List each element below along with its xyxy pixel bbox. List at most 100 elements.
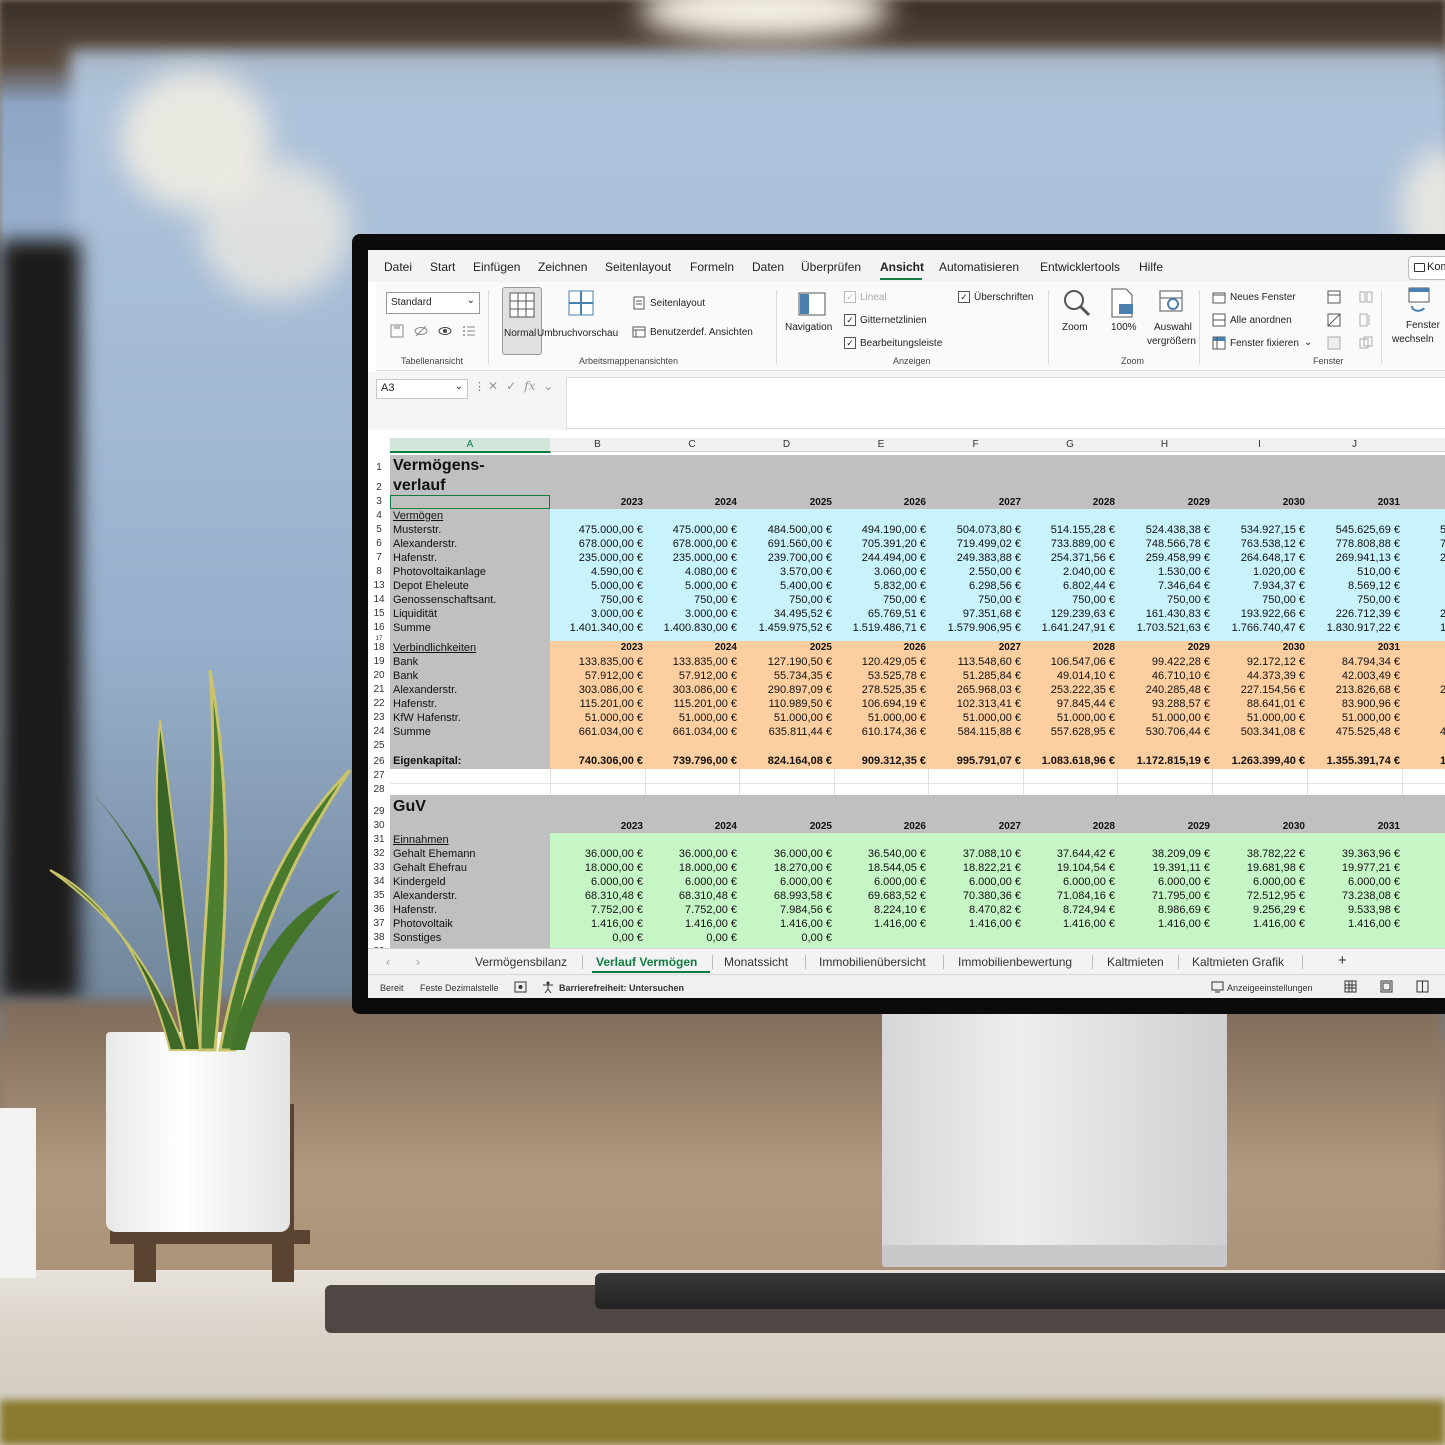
- freeze-panes-button[interactable]: Fenster fixieren: [1230, 338, 1299, 349]
- column-header-a[interactable]: A: [390, 438, 551, 453]
- navigation-button[interactable]: Navigation: [785, 322, 832, 333]
- row-header[interactable]: 14: [368, 594, 390, 605]
- row-label[interactable]: Photovoltaik: [393, 918, 453, 930]
- value-cell[interactable]: 0,00 €: [712, 932, 832, 944]
- row-header[interactable]: 34: [368, 876, 390, 887]
- year-header-cell[interactable]: 2030: [1245, 642, 1305, 653]
- row-header[interactable]: 22: [368, 698, 390, 709]
- value-cell[interactable]: 778.808,88 €: [1280, 538, 1400, 550]
- row-label[interactable]: Bank: [393, 670, 418, 682]
- row-header[interactable]: 27: [368, 770, 390, 781]
- row-header[interactable]: 13: [368, 580, 390, 591]
- row-header[interactable]: 5: [368, 524, 390, 535]
- row-label[interactable]: Summe: [393, 622, 431, 634]
- display-settings-button[interactable]: Anzeigeeinstellungen: [1227, 983, 1313, 993]
- value-cell[interactable]: 269.941,13 €: [1280, 552, 1400, 564]
- row-header[interactable]: 33: [368, 862, 390, 873]
- column-header-h[interactable]: H: [1117, 438, 1213, 452]
- sheet-tab-verlauf-vermoegen[interactable]: Verlauf Vermögen: [596, 955, 697, 969]
- zoom-selection-label-2[interactable]: vergrößern: [1147, 336, 1196, 347]
- equity-label[interactable]: Eigenkapital:: [393, 755, 461, 767]
- reset-window-icon[interactable]: [1359, 336, 1373, 350]
- sheet-tab-kaltmieten[interactable]: Kaltmieten: [1107, 955, 1164, 969]
- row-header[interactable]: 32: [368, 848, 390, 859]
- row-header[interactable]: 37: [368, 918, 390, 929]
- row-label[interactable]: Genossenschaftsant.: [393, 594, 496, 606]
- row-header[interactable]: 6: [368, 538, 390, 549]
- formula-input[interactable]: [566, 377, 1445, 429]
- value-cell[interactable]: 84.794,34 €: [1280, 656, 1400, 668]
- year-header-cell[interactable]: 2025: [772, 497, 832, 508]
- ruler-checkbox[interactable]: ✓: [844, 291, 856, 303]
- row-label[interactable]: Hafenstr.: [393, 552, 437, 564]
- page-layout-status-icon[interactable]: [1380, 980, 1393, 993]
- switch-windows-label-2[interactable]: wechseln: [1392, 334, 1434, 345]
- arrange-all-button[interactable]: Alle anordnen: [1230, 315, 1292, 326]
- column-header-k[interactable]: [1402, 438, 1445, 452]
- value-cell[interactable]: 1.355.391,74 €: [1280, 755, 1400, 767]
- section-header-vermoegen[interactable]: Vermögen: [393, 510, 443, 522]
- zoom-selection-icon[interactable]: [1158, 288, 1186, 318]
- row-header[interactable]: 19: [368, 656, 390, 667]
- value-cell[interactable]: 51.000,00 €: [1280, 712, 1400, 724]
- new-window-button[interactable]: Neues Fenster: [1230, 292, 1296, 303]
- value-cell-partial[interactable]: 5: [1440, 524, 1445, 536]
- column-header-d[interactable]: D: [739, 438, 835, 452]
- year-header-cell[interactable]: 2023: [583, 821, 643, 832]
- page-break-preview-icon[interactable]: [568, 290, 594, 316]
- column-header-f[interactable]: F: [928, 438, 1024, 452]
- row-header[interactable]: 7: [368, 552, 390, 563]
- page-break-preview-button[interactable]: Umbruchvorschau: [537, 328, 618, 339]
- headings-checkbox[interactable]: ✓: [958, 291, 970, 303]
- year-header-cell[interactable]: 2025: [772, 642, 832, 653]
- enter-check-icon[interactable]: ✓: [506, 379, 516, 393]
- value-cell[interactable]: 8.569,12 €: [1280, 580, 1400, 592]
- year-header-cell[interactable]: 2027: [961, 497, 1021, 508]
- value-cell[interactable]: 1.416,00 €: [1280, 918, 1400, 930]
- year-header-cell[interactable]: 2031: [1340, 821, 1400, 832]
- year-header-cell[interactable]: 2023: [583, 642, 643, 653]
- row-header[interactable]: 15: [368, 608, 390, 619]
- sheet-view-select[interactable]: Standard ⌄: [386, 292, 480, 314]
- next-sheet-button[interactable]: ›: [416, 955, 420, 969]
- year-header-cell[interactable]: 2029: [1150, 497, 1210, 508]
- value-cell[interactable]: 213.826,68 €: [1280, 684, 1400, 696]
- row-header[interactable]: 16: [368, 622, 390, 633]
- row-header[interactable]: 29: [368, 806, 390, 817]
- comments-button[interactable]: Kom: [1408, 256, 1445, 280]
- selected-cell-a3[interactable]: [390, 495, 550, 509]
- year-header-cell[interactable]: 2025: [772, 821, 832, 832]
- row-header[interactable]: 23: [368, 712, 390, 723]
- row-header[interactable]: 36: [368, 904, 390, 915]
- row-header[interactable]: 25: [368, 740, 390, 751]
- tab-hilfe[interactable]: Hilfe: [1139, 260, 1163, 274]
- row-header[interactable]: 26: [368, 756, 390, 767]
- tab-datei[interactable]: Datei: [384, 260, 412, 274]
- row-header[interactable]: 30: [368, 820, 390, 831]
- options-list-icon[interactable]: [462, 324, 476, 338]
- row-label[interactable]: Depot Eheleute: [393, 580, 469, 592]
- zoom-100-button[interactable]: 100%: [1111, 322, 1137, 333]
- page-break-status-icon[interactable]: [1416, 980, 1429, 993]
- value-cell-partial[interactable]: 2: [1440, 608, 1445, 620]
- more-options-icon[interactable]: ⋮: [474, 380, 485, 393]
- value-cell-partial[interactable]: 1.4: [1440, 755, 1445, 767]
- row-label[interactable]: Kindergeld: [393, 876, 446, 888]
- sheet-tab-immobilienuebersicht[interactable]: Immobilienübersicht: [819, 955, 926, 969]
- row-header[interactable]: 8: [368, 566, 390, 577]
- row-label[interactable]: Gehalt Ehemann: [393, 848, 476, 860]
- row-label[interactable]: Photovoltaikanlage: [393, 566, 486, 578]
- value-cell[interactable]: 750,00 €: [1280, 594, 1400, 606]
- year-header-cell[interactable]: 2029: [1150, 642, 1210, 653]
- row-header[interactable]: 4: [368, 510, 390, 521]
- row-header[interactable]: 20: [368, 670, 390, 681]
- value-cell[interactable]: 83.900,96 €: [1280, 698, 1400, 710]
- unhide-window-icon[interactable]: [1327, 336, 1341, 350]
- value-cell-partial[interactable]: 7: [1440, 538, 1445, 550]
- tab-automatisieren[interactable]: Automatisieren: [939, 260, 1019, 274]
- row-header[interactable]: 2: [368, 482, 390, 493]
- tab-seitenlayout[interactable]: Seitenlayout: [605, 260, 671, 274]
- hide-window-icon[interactable]: [1327, 313, 1341, 327]
- tab-einfuegen[interactable]: Einfügen: [473, 260, 520, 274]
- sheet-tab-kaltmieten-grafik[interactable]: Kaltmieten Grafik: [1192, 955, 1284, 969]
